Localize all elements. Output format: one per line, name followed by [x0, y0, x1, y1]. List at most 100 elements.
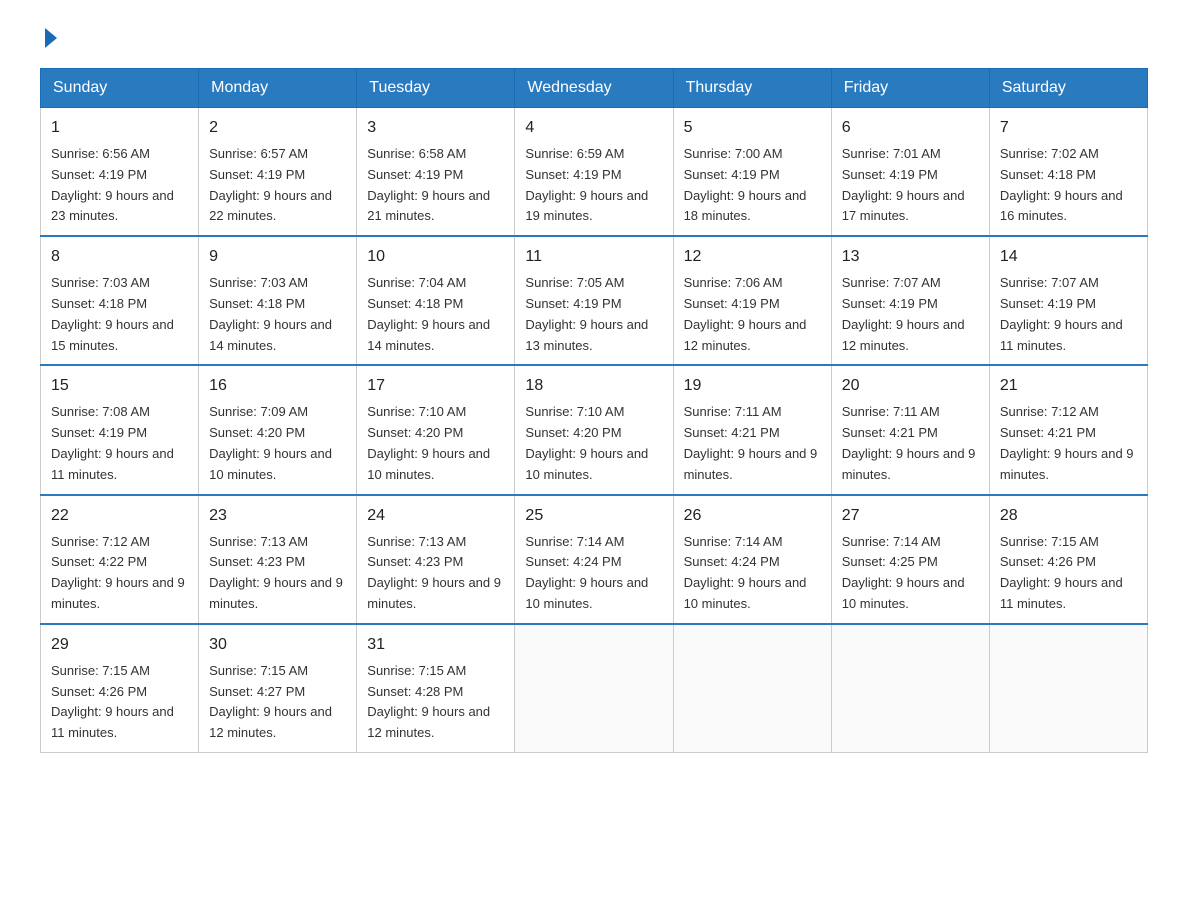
day-info: Sunrise: 7:15 AMSunset: 4:26 PMDaylight:… [1000, 532, 1137, 615]
day-info: Sunrise: 7:12 AMSunset: 4:21 PMDaylight:… [1000, 402, 1137, 485]
calendar-table: SundayMondayTuesdayWednesdayThursdayFrid… [40, 68, 1148, 753]
column-header-monday: Monday [199, 69, 357, 108]
calendar-cell: 19Sunrise: 7:11 AMSunset: 4:21 PMDayligh… [673, 365, 831, 494]
calendar-cell: 15Sunrise: 7:08 AMSunset: 4:19 PMDayligh… [41, 365, 199, 494]
day-number: 27 [842, 504, 979, 528]
day-info: Sunrise: 7:07 AMSunset: 4:19 PMDaylight:… [1000, 273, 1137, 356]
day-number: 13 [842, 245, 979, 269]
calendar-cell: 13 Sunrise: 7:07 AMSunset: 4:19 PMDayligh… [831, 236, 989, 365]
calendar-header-row: SundayMondayTuesdayWednesdayThursdayFrid… [41, 69, 1148, 108]
column-header-wednesday: Wednesday [515, 69, 673, 108]
column-header-thursday: Thursday [673, 69, 831, 108]
day-info: Sunrise: 7:14 AMSunset: 4:25 PMDaylight:… [842, 532, 979, 615]
day-number: 22 [51, 504, 188, 528]
calendar-cell: 6Sunrise: 7:01 AMSunset: 4:19 PMDaylight… [831, 108, 989, 237]
day-number: 25 [525, 504, 662, 528]
day-info: Sunrise: 7:04 AMSunset: 4:18 PMDaylight:… [367, 273, 504, 356]
calendar-week-row: 15Sunrise: 7:08 AMSunset: 4:19 PMDayligh… [41, 365, 1148, 494]
day-number: 12 [684, 245, 821, 269]
calendar-cell: 20 Sunrise: 7:11 AMSunset: 4:21 PMDayligh… [831, 365, 989, 494]
day-number: 11 [525, 245, 662, 269]
day-info: Sunrise: 7:01 AMSunset: 4:19 PMDaylight:… [842, 144, 979, 227]
day-number: 30 [209, 633, 346, 657]
day-number: 14 [1000, 245, 1137, 269]
column-header-friday: Friday [831, 69, 989, 108]
calendar-cell: 8Sunrise: 7:03 AMSunset: 4:18 PMDaylight… [41, 236, 199, 365]
day-info: Sunrise: 7:02 AMSunset: 4:18 PMDaylight:… [1000, 144, 1137, 227]
calendar-cell: 22 Sunrise: 7:12 AMSunset: 4:22 PMDayligh… [41, 495, 199, 624]
day-number: 3 [367, 116, 504, 140]
calendar-cell: 25 Sunrise: 7:14 AMSunset: 4:24 PMDayligh… [515, 495, 673, 624]
calendar-cell: 11 Sunrise: 7:05 AMSunset: 4:19 PMDayligh… [515, 236, 673, 365]
day-number: 17 [367, 374, 504, 398]
day-info: Sunrise: 7:03 AMSunset: 4:18 PMDaylight:… [51, 273, 188, 356]
calendar-cell: 24Sunrise: 7:13 AMSunset: 4:23 PMDayligh… [357, 495, 515, 624]
day-info: Sunrise: 7:13 AMSunset: 4:23 PMDaylight:… [367, 532, 504, 615]
calendar-cell: 30 Sunrise: 7:15 AMSunset: 4:27 PMDayligh… [199, 624, 357, 753]
day-number: 29 [51, 633, 188, 657]
day-number: 1 [51, 116, 188, 140]
calendar-cell: 28Sunrise: 7:15 AMSunset: 4:26 PMDayligh… [989, 495, 1147, 624]
calendar-cell: 31 Sunrise: 7:15 AMSunset: 4:28 PMDayligh… [357, 624, 515, 753]
calendar-cell: 2Sunrise: 6:57 AMSunset: 4:19 PMDaylight… [199, 108, 357, 237]
calendar-cell: 4 Sunrise: 6:59 AMSunset: 4:19 PMDaylight… [515, 108, 673, 237]
day-info: Sunrise: 7:11 AMSunset: 4:21 PMDaylight:… [842, 402, 979, 485]
calendar-cell: 5 Sunrise: 7:00 AMSunset: 4:19 PMDaylight… [673, 108, 831, 237]
calendar-cell [989, 624, 1147, 753]
day-number: 2 [209, 116, 346, 140]
day-number: 4 [525, 116, 662, 140]
day-number: 15 [51, 374, 188, 398]
day-info: Sunrise: 7:11 AMSunset: 4:21 PMDaylight:… [684, 402, 821, 485]
day-number: 5 [684, 116, 821, 140]
day-number: 20 [842, 374, 979, 398]
day-info: Sunrise: 7:10 AMSunset: 4:20 PMDaylight:… [525, 402, 662, 485]
day-number: 26 [684, 504, 821, 528]
calendar-cell: 12 Sunrise: 7:06 AMSunset: 4:19 PMDayligh… [673, 236, 831, 365]
day-number: 18 [525, 374, 662, 398]
calendar-cell: 14 Sunrise: 7:07 AMSunset: 4:19 PMDayligh… [989, 236, 1147, 365]
day-info: Sunrise: 7:14 AMSunset: 4:24 PMDaylight:… [525, 532, 662, 615]
day-info: Sunrise: 7:13 AMSunset: 4:23 PMDaylight:… [209, 532, 346, 615]
day-info: Sunrise: 7:15 AMSunset: 4:28 PMDaylight:… [367, 661, 504, 744]
calendar-cell: 9 Sunrise: 7:03 AMSunset: 4:18 PMDaylight… [199, 236, 357, 365]
day-number: 9 [209, 245, 346, 269]
day-info: Sunrise: 7:15 AMSunset: 4:27 PMDaylight:… [209, 661, 346, 744]
column-header-tuesday: Tuesday [357, 69, 515, 108]
calendar-cell: 18 Sunrise: 7:10 AMSunset: 4:20 PMDayligh… [515, 365, 673, 494]
day-info: Sunrise: 7:07 AMSunset: 4:19 PMDaylight:… [842, 273, 979, 356]
calendar-cell: 3 Sunrise: 6:58 AMSunset: 4:19 PMDaylight… [357, 108, 515, 237]
calendar-cell: 23 Sunrise: 7:13 AMSunset: 4:23 PMDayligh… [199, 495, 357, 624]
day-info: Sunrise: 7:06 AMSunset: 4:19 PMDaylight:… [684, 273, 821, 356]
calendar-week-row: 8Sunrise: 7:03 AMSunset: 4:18 PMDaylight… [41, 236, 1148, 365]
day-number: 31 [367, 633, 504, 657]
day-number: 21 [1000, 374, 1137, 398]
logo-arrow-icon [45, 28, 57, 48]
calendar-cell: 16 Sunrise: 7:09 AMSunset: 4:20 PMDayligh… [199, 365, 357, 494]
calendar-cell: 7 Sunrise: 7:02 AMSunset: 4:18 PMDaylight… [989, 108, 1147, 237]
day-info: Sunrise: 7:09 AMSunset: 4:20 PMDaylight:… [209, 402, 346, 485]
calendar-cell: 1 Sunrise: 6:56 AMSunset: 4:19 PMDaylight… [41, 108, 199, 237]
day-number: 10 [367, 245, 504, 269]
column-header-sunday: Sunday [41, 69, 199, 108]
day-number: 23 [209, 504, 346, 528]
calendar-cell [831, 624, 989, 753]
day-number: 16 [209, 374, 346, 398]
calendar-cell: 17 Sunrise: 7:10 AMSunset: 4:20 PMDayligh… [357, 365, 515, 494]
column-header-saturday: Saturday [989, 69, 1147, 108]
day-info: Sunrise: 7:05 AMSunset: 4:19 PMDaylight:… [525, 273, 662, 356]
calendar-cell: 21 Sunrise: 7:12 AMSunset: 4:21 PMDayligh… [989, 365, 1147, 494]
day-number: 7 [1000, 116, 1137, 140]
day-info: Sunrise: 7:14 AMSunset: 4:24 PMDaylight:… [684, 532, 821, 615]
day-info: Sunrise: 7:03 AMSunset: 4:18 PMDaylight:… [209, 273, 346, 356]
day-info: Sunrise: 6:56 AMSunset: 4:19 PMDaylight:… [51, 144, 188, 227]
calendar-cell: 26 Sunrise: 7:14 AMSunset: 4:24 PMDayligh… [673, 495, 831, 624]
day-info: Sunrise: 7:00 AMSunset: 4:19 PMDaylight:… [684, 144, 821, 227]
calendar-week-row: 22 Sunrise: 7:12 AMSunset: 4:22 PMDayligh… [41, 495, 1148, 624]
day-info: Sunrise: 6:58 AMSunset: 4:19 PMDaylight:… [367, 144, 504, 227]
calendar-week-row: 1 Sunrise: 6:56 AMSunset: 4:19 PMDaylight… [41, 108, 1148, 237]
calendar-cell: 10 Sunrise: 7:04 AMSunset: 4:18 PMDayligh… [357, 236, 515, 365]
day-info: Sunrise: 7:12 AMSunset: 4:22 PMDaylight:… [51, 532, 188, 615]
day-info: Sunrise: 7:10 AMSunset: 4:20 PMDaylight:… [367, 402, 504, 485]
calendar-cell [515, 624, 673, 753]
day-info: Sunrise: 6:59 AMSunset: 4:19 PMDaylight:… [525, 144, 662, 227]
